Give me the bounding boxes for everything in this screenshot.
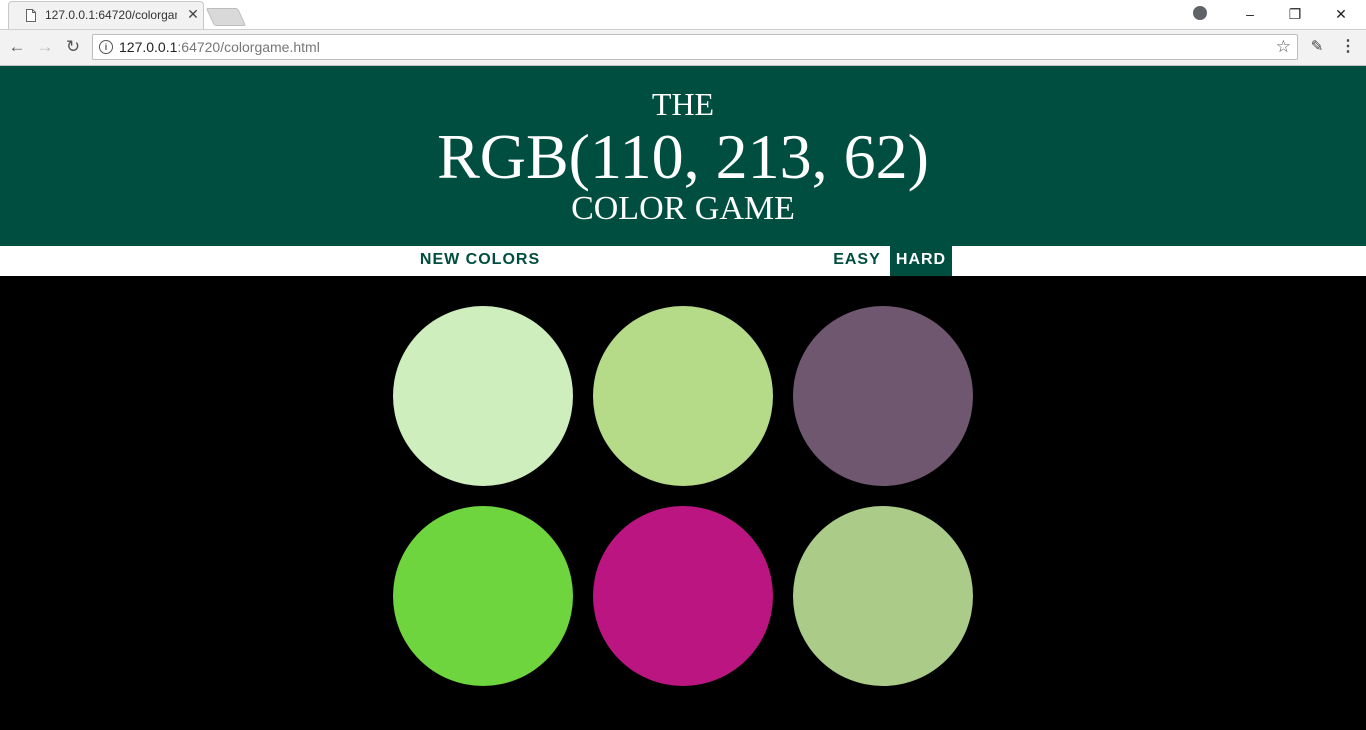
browser-menu-icon[interactable]: ⋮ bbox=[1340, 36, 1356, 58]
hard-mode-button[interactable]: HARD bbox=[890, 246, 952, 276]
close-tab-icon[interactable]: ✕ bbox=[185, 6, 201, 22]
profile-icon[interactable] bbox=[1193, 6, 1207, 20]
new-colors-button[interactable]: NEW COLORS bbox=[412, 246, 548, 276]
reload-icon[interactable]: ↻ bbox=[62, 36, 84, 58]
target-rgb: RGB(110, 213, 62) bbox=[437, 121, 929, 192]
easy-mode-button[interactable]: EASY bbox=[826, 246, 888, 276]
tab-strip: 127.0.0.1:64720/colorgam ✕ – ❐ ✕ bbox=[0, 0, 1366, 30]
header-color-game: COLOR GAME bbox=[571, 190, 795, 227]
color-square[interactable] bbox=[593, 506, 773, 686]
eyedropper-extension-icon[interactable]: ✎ bbox=[1307, 36, 1327, 58]
minimize-icon[interactable]: – bbox=[1239, 3, 1261, 25]
new-tab-button[interactable] bbox=[205, 8, 247, 26]
tab-title: 127.0.0.1:64720/colorgam bbox=[45, 8, 177, 22]
bookmark-star-icon[interactable]: ☆ bbox=[1276, 37, 1291, 57]
color-square[interactable] bbox=[793, 306, 973, 486]
game-header: THE RGB(110, 213, 62) COLOR GAME bbox=[0, 66, 1366, 246]
color-square[interactable] bbox=[593, 306, 773, 486]
info-icon[interactable]: i bbox=[99, 40, 113, 54]
page-content: THE RGB(110, 213, 62) COLOR GAME NEW COL… bbox=[0, 66, 1366, 730]
controls-stripe: NEW COLORS EASY HARD bbox=[0, 246, 1366, 276]
browser-tab[interactable]: 127.0.0.1:64720/colorgam ✕ bbox=[8, 1, 204, 29]
back-icon[interactable]: ← bbox=[6, 36, 28, 58]
browser-chrome: 127.0.0.1:64720/colorgam ✕ – ❐ ✕ ← → ↻ i… bbox=[0, 0, 1366, 66]
close-window-icon[interactable]: ✕ bbox=[1330, 3, 1352, 25]
header-the: THE bbox=[651, 86, 715, 122]
browser-toolbar: ← → ↻ i 127.0.0.1:64720/colorgame.html ☆… bbox=[0, 30, 1366, 66]
url-host: 127.0.0.1 bbox=[119, 39, 178, 55]
page-icon bbox=[26, 9, 36, 22]
url-text: 127.0.0.1:64720/colorgame.html bbox=[119, 39, 320, 55]
address-bar[interactable]: i 127.0.0.1:64720/colorgame.html ☆ bbox=[92, 34, 1298, 60]
color-square[interactable] bbox=[393, 306, 573, 486]
forward-icon[interactable]: → bbox=[34, 36, 56, 58]
url-path: :64720/colorgame.html bbox=[177, 39, 320, 55]
restore-icon[interactable]: ❐ bbox=[1284, 3, 1306, 25]
color-square[interactable] bbox=[393, 506, 573, 686]
color-square[interactable] bbox=[793, 506, 973, 686]
